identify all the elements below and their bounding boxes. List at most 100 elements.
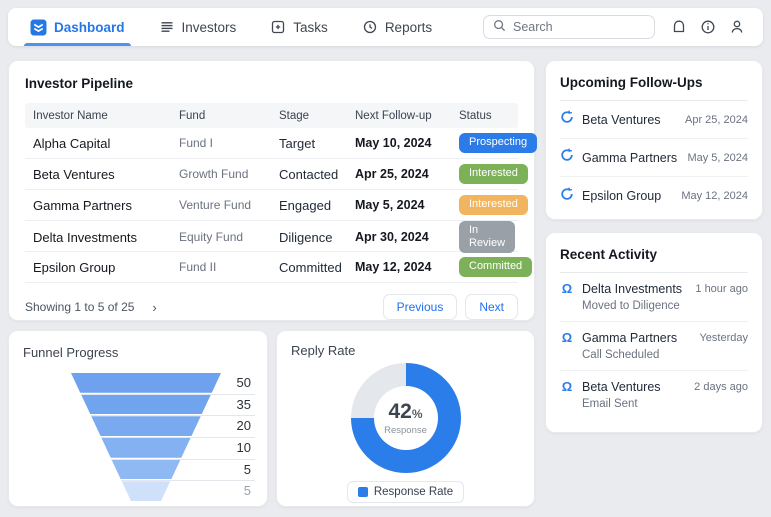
stage: Engaged (279, 197, 332, 213)
activity-time: 2 days ago (694, 380, 748, 393)
activity-icon: Ω (561, 281, 573, 296)
activity-detail: Moved to Diligence (582, 300, 680, 312)
followup-date: May 5, 2024 (687, 151, 748, 164)
next-button[interactable]: Next (465, 294, 518, 320)
header-icons (671, 8, 745, 46)
list-item[interactable]: Ω Beta Ventures 2 days ago Email Sent (560, 371, 748, 419)
table-row[interactable]: Gamma Partners Venture Fund Engaged May … (25, 190, 528, 221)
followups-title: Upcoming Follow-Ups (560, 75, 703, 90)
next-follow-up: May 12, 2024 (355, 260, 432, 274)
funnel-value-label: 20 (236, 418, 251, 434)
next-follow-up: Apr 25, 2024 (355, 167, 429, 181)
reports-icon (362, 19, 378, 35)
donut-chart: 42% Response (350, 363, 461, 473)
legend-label: Response Rate (373, 486, 454, 498)
stage: Committed (279, 259, 342, 275)
tab-reports[interactable]: Reports (358, 8, 436, 46)
table-row[interactable]: Delta Investments Equity Fund Diligence … (25, 221, 518, 254)
stage: Diligence (279, 229, 333, 245)
table-row[interactable]: Beta Ventures Growth Fund Contacted Apr … (25, 159, 528, 190)
fund: Equity Fund (179, 230, 244, 245)
tasks-icon (270, 19, 286, 35)
user-icon[interactable] (729, 19, 745, 35)
followup-date: Apr 25, 2024 (685, 113, 748, 126)
funnel-segment (91, 416, 201, 436)
followup-name: Gamma Partners (582, 150, 678, 165)
legend: Response Rate (346, 481, 465, 503)
table-row[interactable]: Alpha Capital Fund I Target May 10, 2024… (25, 128, 538, 159)
list-item[interactable]: Epsilon Group May 12, 2024 (560, 177, 748, 215)
table-row[interactable]: Epsilon Group Fund II Committed May 12, … (25, 252, 533, 283)
funnel-segment (111, 459, 181, 480)
search-placeholder: Search (513, 20, 553, 34)
activity-detail: Email Sent (582, 398, 638, 410)
next-follow-up: May 5, 2024 (355, 198, 425, 212)
activity-name: Beta Ventures (582, 379, 661, 394)
funnel-value-label: 5 (243, 461, 251, 477)
info-icon[interactable] (700, 19, 716, 35)
investors-list-icon (159, 19, 175, 35)
investor-pipeline-card: Investor Pipeline Investor Name Fund Sta… (8, 60, 538, 321)
list-item[interactable]: Ω Delta Investments 1 hour ago Moved to … (560, 273, 748, 322)
activity-time: Yesterday (699, 331, 748, 344)
stage: Contacted (279, 166, 339, 182)
recent-activity-card: Recent Activity Ω Delta Investments 1 ho… (545, 232, 763, 433)
dashboard-icon (30, 19, 47, 36)
fund: Venture Fund (179, 198, 252, 212)
top-nav: Dashboard Investors Tasks Reports Search (8, 8, 763, 46)
bell-icon[interactable] (671, 19, 687, 35)
activity-name: Gamma Partners (582, 330, 678, 345)
search-icon (493, 19, 506, 35)
funnel-value-label: 5 (243, 483, 251, 499)
search-input[interactable]: Search (483, 15, 655, 39)
activity-icon: Ω (561, 330, 573, 345)
followup-name: Epsilon Group (582, 189, 662, 203)
funnel-segment (121, 481, 171, 501)
fund: Growth Fund (179, 167, 249, 181)
list-item[interactable]: Beta Ventures Apr 25, 2024 (560, 101, 748, 139)
next-follow-up: May 10, 2024 (355, 136, 432, 150)
tab-tasks[interactable]: Tasks (266, 8, 332, 46)
previous-button[interactable]: Previous (382, 294, 458, 320)
status-badge: Committed (459, 257, 533, 277)
tab-investors[interactable]: Investors (155, 8, 241, 46)
funnel-value-label: 35 (236, 396, 251, 412)
pipeline-title: Investor Pipeline (25, 76, 134, 91)
pipeline-footer: Showing 1 to 5 of 25 › Previous Next (25, 294, 518, 320)
followup-date: May 12, 2024 (681, 190, 748, 202)
investor-name: Beta Ventures (33, 166, 115, 182)
list-item[interactable]: Gamma Partners May 5, 2024 (560, 139, 748, 177)
tab-tasks-label: Tasks (293, 19, 328, 35)
followup-name: Beta Ventures (582, 112, 661, 127)
tab-dashboard[interactable]: Dashboard (24, 8, 131, 46)
activity-detail: Call Scheduled (582, 349, 660, 361)
donut-value: 42 (388, 399, 412, 423)
donut-unit: % (411, 406, 423, 421)
funnel-segment (101, 438, 191, 458)
status-badge: Prospecting (459, 133, 538, 153)
list-item[interactable]: Ω Gamma Partners Yesterday Call Schedule… (560, 322, 748, 371)
investor-name: Epsilon Group (33, 259, 116, 275)
legend-swatch (357, 487, 368, 497)
funnel-value-label: 10 (236, 439, 251, 455)
funnel-title: Funnel Progress (23, 345, 119, 360)
investor-name: Gamma Partners (33, 197, 132, 213)
donut-center-label: Response (384, 424, 427, 436)
status-badge: Interested (459, 164, 528, 184)
investor-name: Alpha Capital (33, 135, 111, 151)
donut-center: 42% Response (351, 363, 461, 473)
funnel-progress-card: Funnel Progress 50 35 20 10 5 5 (8, 330, 268, 507)
activity-name: Delta Investments (582, 281, 683, 296)
expand-chevron-icon[interactable]: › (152, 300, 156, 315)
fund: Fund II (179, 260, 217, 274)
reply-rate-title: Reply Rate (291, 343, 356, 358)
refresh-icon (560, 110, 574, 129)
col-fund: Fund (179, 109, 206, 122)
activity-title: Recent Activity (560, 247, 658, 262)
tab-investors-label: Investors (181, 19, 237, 35)
col-stage: Stage (279, 109, 310, 122)
refresh-icon (560, 187, 574, 206)
next-follow-up: Apr 30, 2024 (355, 230, 429, 245)
tab-dashboard-label: Dashboard (54, 19, 125, 35)
funnel-segment (71, 373, 221, 393)
